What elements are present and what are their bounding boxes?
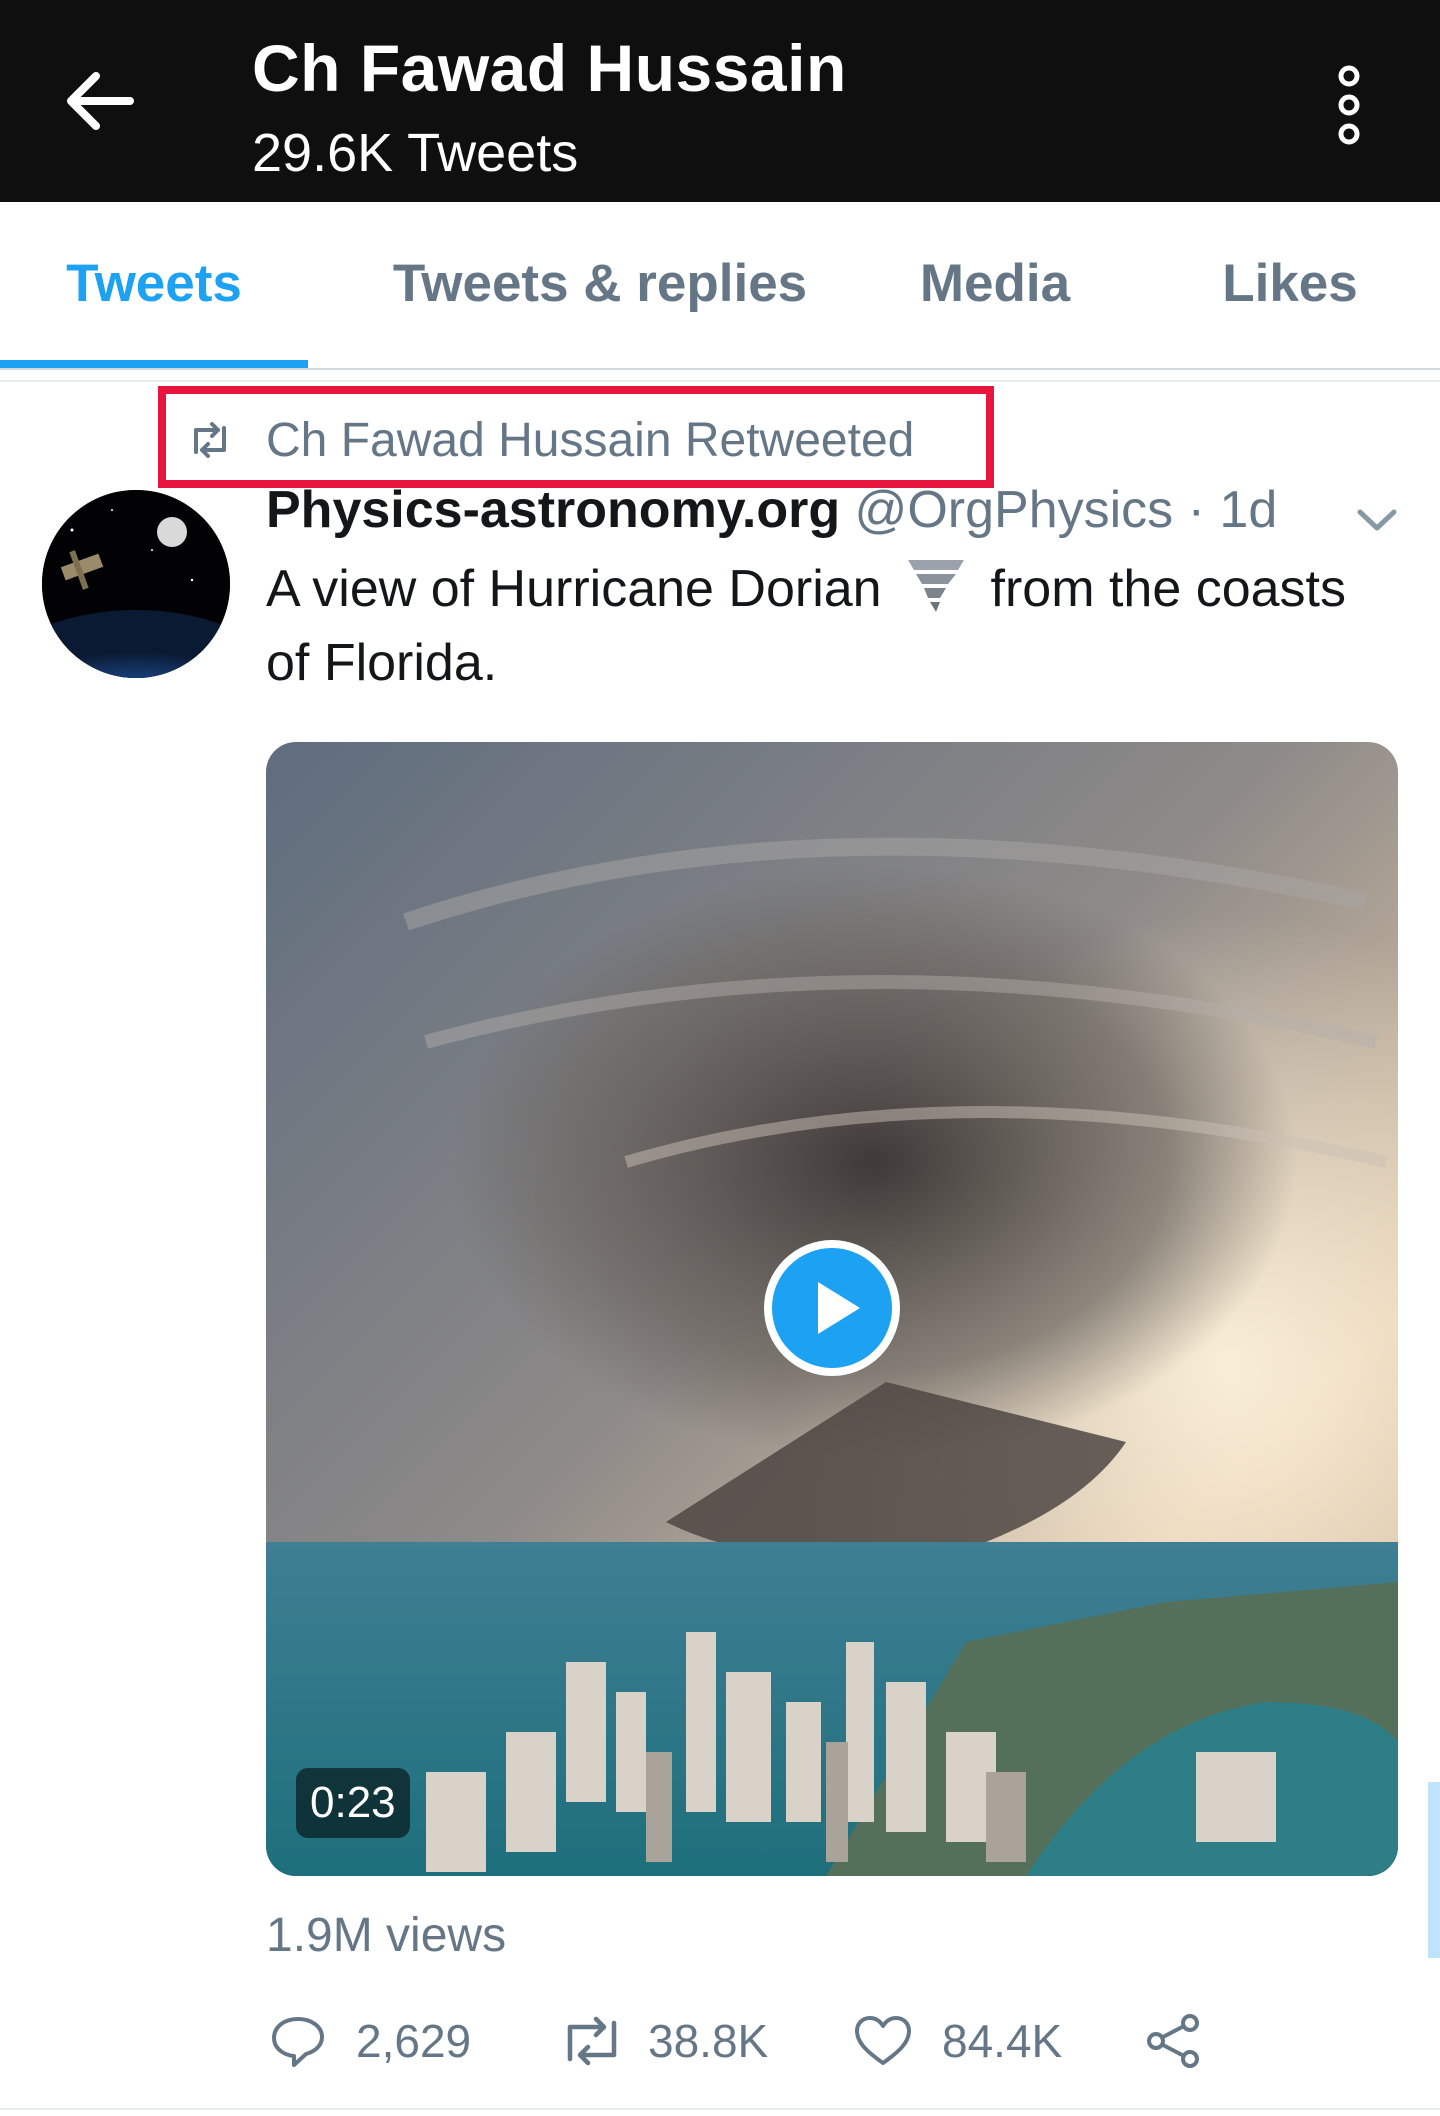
tabs-divider-secondary [0, 380, 1440, 382]
retweet-label: Ch Fawad Hussain Retweeted [266, 413, 915, 467]
heart-icon [855, 2016, 911, 2065]
tornado-emoji-icon [908, 560, 965, 612]
tweet-time: 1d [1219, 481, 1278, 539]
time-separator: · [1173, 481, 1220, 539]
retweet-context[interactable]: Ch Fawad Hussain Retweeted [188, 410, 914, 470]
view-count: 1.9M views [266, 1909, 507, 1962]
retweet-count: 38.8K [648, 2015, 769, 2067]
play-button[interactable] [762, 1238, 902, 1378]
scrollbar[interactable] [1428, 1782, 1440, 1958]
reply-icon [272, 2017, 324, 2067]
reply-button[interactable]: 2,629 [270, 2006, 471, 2076]
share-icon [1147, 2014, 1199, 2068]
video-duration: 0:23 [296, 1768, 410, 1838]
chevron-down-icon [1357, 509, 1397, 531]
profile-tabs: Tweets Tweets & replies Media Likes [0, 202, 1440, 370]
author-handle[interactable]: @OrgPhysics [855, 481, 1174, 539]
arrow-left-icon [67, 72, 134, 130]
more-vertical-icon [1338, 65, 1360, 145]
retweet-icon [194, 422, 226, 458]
app-header: Ch Fawad Hussain 29.6K Tweets [0, 0, 1440, 202]
tab-tweets[interactable]: Tweets [0, 202, 308, 366]
avatar-space-image [42, 490, 230, 678]
tweet-header: Physics-astronomy.org @OrgPhysics · 1d [266, 480, 1277, 540]
tab-tweets-and-replies[interactable]: Tweets & replies [340, 202, 860, 366]
tab-media[interactable]: Media [880, 202, 1110, 366]
more-options-button[interactable] [1318, 62, 1380, 148]
tweet-text-part1: A view of Hurricane Dorian [266, 560, 882, 618]
profile-name: Ch Fawad Hussain [252, 31, 847, 105]
like-count: 84.4K [942, 2015, 1063, 2067]
tweet-menu-button[interactable] [1352, 500, 1402, 540]
reply-count: 2,629 [356, 2015, 472, 2067]
retweet-icon [567, 2016, 617, 2066]
tab-likes[interactable]: Likes [1180, 202, 1400, 366]
author-display-name[interactable]: Physics-astronomy.org [266, 481, 840, 539]
tweet-actions: 2,629 38.8K 84.4K [266, 2006, 1406, 2076]
play-icon [764, 1240, 900, 1376]
avatar[interactable] [42, 490, 230, 678]
like-button[interactable]: 84.4K [854, 2006, 1062, 2076]
tabs-divider [0, 368, 1440, 370]
tweet-divider [0, 2108, 1440, 2110]
share-button[interactable] [1144, 2006, 1204, 2076]
tweet-text: A view of Hurricane Dorian from the coas… [266, 552, 1386, 700]
back-button[interactable] [60, 66, 140, 136]
tweet-count: 29.6K Tweets [252, 123, 579, 183]
tweet-video[interactable]: 0:23 [266, 742, 1398, 1876]
retweet-button[interactable]: 38.8K [558, 2006, 768, 2076]
